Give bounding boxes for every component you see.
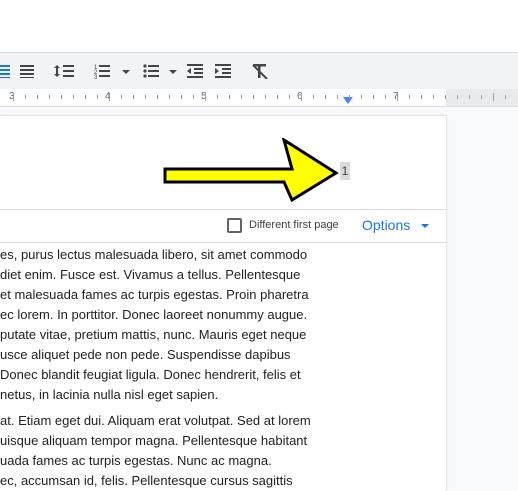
ruler-tick: [109, 93, 110, 101]
chevron-down-icon[interactable]: [421, 224, 429, 228]
ruler-tick: [145, 95, 146, 99]
ruler-tick: [337, 95, 338, 99]
ruler-tick: [493, 93, 494, 101]
ruler-tick: [301, 93, 302, 101]
top-bar: [0, 0, 518, 53]
ruler-tick: [421, 95, 422, 99]
ruler-tick: [97, 95, 98, 99]
text-line: es, purus lectus malesuada libero, sit a…: [0, 247, 308, 262]
text-line: uisque aliquam tempor magna. Pellentesqu…: [0, 433, 308, 448]
decrease-indent-icon[interactable]: [185, 60, 205, 82]
text-line: putate vitae, pretium mattis, nunc. Maur…: [0, 327, 307, 342]
increase-indent-icon[interactable]: [213, 60, 233, 82]
ruler-tick: [445, 95, 446, 99]
numbered-list-icon[interactable]: 123: [93, 60, 133, 82]
different-first-page-checkbox[interactable]: [227, 218, 242, 233]
ruler-tick: [265, 95, 266, 99]
text-line: uada fames ac turpis egestas. Nunc ac ma…: [0, 453, 272, 468]
ruler-tick: [361, 95, 362, 99]
text-line: ec lorem. In porttitor. Donec laoreet no…: [0, 307, 308, 322]
page-number[interactable]: 1: [340, 162, 350, 180]
ruler-tick: [313, 95, 314, 99]
line-spacing-icon[interactable]: [53, 60, 75, 82]
bulleted-list-icon[interactable]: [142, 60, 182, 82]
ruler-tick: [409, 95, 410, 99]
ruler-tick: [397, 93, 398, 101]
text-line: Donec blandit feugiat ligula. Donec hend…: [0, 367, 301, 382]
ruler-tick: [205, 93, 206, 101]
ruler-tick: [121, 95, 122, 99]
ruler-tick: [373, 95, 374, 99]
align-justify-icon-2[interactable]: [18, 60, 36, 82]
partial-line: [0, 233, 446, 245]
ruler-tick: [13, 93, 14, 101]
ruler-tick: [469, 95, 470, 99]
ruler-tick: [349, 95, 350, 99]
different-first-page-label[interactable]: Different first page: [249, 219, 339, 231]
text-line: netus, in lacinia nulla nisl eget sapien…: [0, 387, 219, 402]
ruler-tick: [49, 95, 50, 99]
ruler-tick: [505, 95, 506, 99]
ruler-tick: [457, 95, 458, 99]
ruler-tick: [25, 95, 26, 99]
ruler-tick: [37, 95, 38, 99]
ruler-tick: [289, 95, 290, 99]
horizontal-ruler[interactable]: 3 4 5 6 7: [0, 89, 518, 107]
ruler-tick: [217, 95, 218, 99]
ruler-tick: [169, 95, 170, 99]
ruler-tick: [193, 95, 194, 99]
ruler-tick: [61, 95, 62, 99]
document-body[interactable]: es, purus lectus malesuada libero, sit a…: [0, 233, 446, 491]
options-button[interactable]: Options: [362, 217, 410, 233]
align-justify-icon[interactable]: [0, 60, 10, 82]
ruler-tick: [481, 95, 482, 99]
text-line: et malesuada fames ac turpis egestas. Pr…: [0, 287, 309, 302]
ruler-tick: [73, 95, 74, 99]
text-line: ec, accumsan id, felis. Pellentesque cur…: [0, 473, 293, 488]
text-line: diet enim. Fusce est. Vivamus a tellus. …: [0, 267, 301, 282]
ruler-tick: [433, 95, 434, 99]
text-line: usce aliquet pede non pede. Suspendisse …: [0, 347, 291, 362]
ruler-tick: [133, 95, 134, 99]
clear-formatting-icon[interactable]: [250, 60, 270, 82]
ruler-tick: [253, 95, 254, 99]
ruler-tick: [241, 95, 242, 99]
svg-text:3: 3: [94, 75, 98, 79]
ruler-tick: [229, 95, 230, 99]
formatting-toolbar: 123: [0, 53, 518, 89]
ruler-tick: [85, 95, 86, 99]
ruler-tick: [157, 95, 158, 99]
yellow-arrow-icon: [163, 138, 339, 203]
right-indent-marker[interactable]: [343, 97, 353, 104]
ruler-tick: [385, 95, 386, 99]
text-line: at. Etiam eget dui. Aliquam erat volutpa…: [0, 413, 311, 428]
ruler-tick: [181, 95, 182, 99]
ruler-tick: [277, 95, 278, 99]
ruler-tick: [325, 95, 326, 99]
